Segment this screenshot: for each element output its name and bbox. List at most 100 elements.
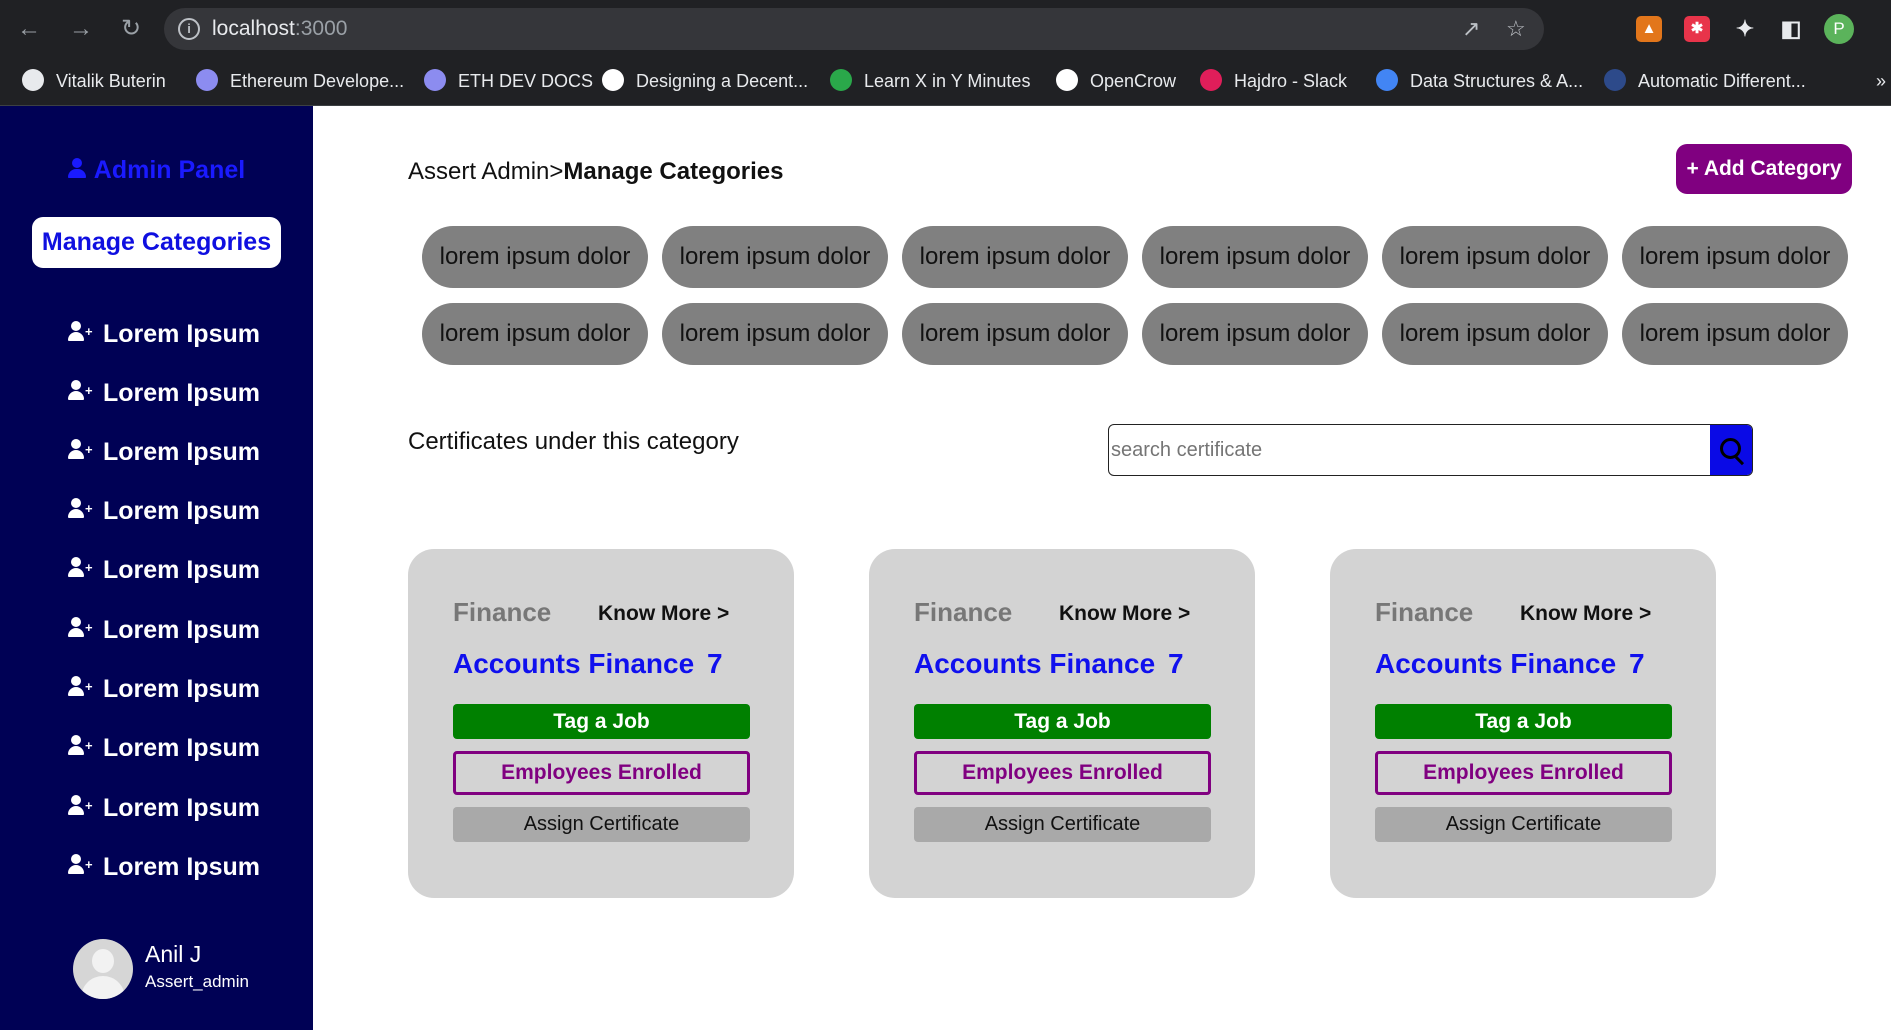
back-arrow-icon[interactable]: ← xyxy=(14,14,44,44)
more-bookmarks-icon[interactable]: » xyxy=(1876,58,1886,105)
tds-icon xyxy=(1604,69,1626,92)
user-add-icon: + xyxy=(68,795,93,817)
breadcrumb-parent[interactable]: Assert Admin> xyxy=(408,158,563,185)
browser-toolbar: ← → ↻ i localhost:3000 ↗ ☆ ▲ ✱ ✦ ◧ P xyxy=(0,0,1891,58)
tag-job-button[interactable]: Tag a Job xyxy=(1375,704,1672,739)
sidebar-item-label: Lorem Ipsum xyxy=(103,556,260,584)
category-chip[interactable]: lorem ipsum dolor xyxy=(662,226,888,288)
category-chip[interactable]: lorem ipsum dolor xyxy=(902,303,1128,365)
certificate-card: Finance Know More > Accounts Finance 7 Tag a… xyxy=(1330,549,1716,898)
card-count: 7 xyxy=(1629,648,1645,679)
card-count: 7 xyxy=(1168,648,1184,679)
user-name: Anil J xyxy=(145,941,202,967)
bookmark-label: Automatic Different... xyxy=(1638,71,1806,91)
sidebar-item[interactable]: + Lorem Ipsum xyxy=(68,610,260,650)
sidebar-item[interactable]: + Lorem Ipsum xyxy=(68,788,260,828)
category-chip[interactable]: lorem ipsum dolor xyxy=(422,226,648,288)
bookmark-item[interactable]: OpenCrow xyxy=(1056,58,1176,105)
sidebar-item[interactable]: + Lorem Ipsum xyxy=(68,669,260,709)
share-icon[interactable]: ↗ xyxy=(1462,16,1480,42)
breadcrumb-current: Manage Categories xyxy=(563,158,784,185)
bookmark-label: Data Structures & A... xyxy=(1410,71,1584,91)
bookmark-label: Ethereum Develope... xyxy=(230,71,405,91)
category-chip[interactable]: lorem ipsum dolor xyxy=(1622,303,1848,365)
employees-enrolled-button[interactable]: Employees Enrolled xyxy=(453,751,750,795)
know-more-link[interactable]: Know More > xyxy=(1520,602,1651,626)
know-more-link[interactable]: Know More > xyxy=(1059,602,1190,626)
bookmark-label: Hajdro - Slack xyxy=(1234,71,1348,91)
certificates-label: Certificates under this category xyxy=(408,428,739,455)
url-text[interactable]: localhost:3000 xyxy=(212,17,347,41)
manage-categories-button[interactable]: Manage Categories xyxy=(32,217,281,268)
sidebar: Admin Panel Manage Categories + Lorem Ips… xyxy=(0,106,313,1030)
sidebar-item[interactable]: + Lorem Ipsum xyxy=(68,373,260,413)
category-chip[interactable]: lorem ipsum dolor xyxy=(902,226,1128,288)
card-title: Accounts Finance xyxy=(1375,648,1617,679)
assign-certificate-button[interactable]: Assign Certificate xyxy=(1375,807,1672,842)
category-chip[interactable]: lorem ipsum dolor xyxy=(1382,226,1608,288)
user-add-icon: + xyxy=(68,380,93,402)
extensions-puzzle-icon[interactable]: ✦ xyxy=(1732,16,1758,42)
card-title: Accounts Finance xyxy=(453,648,695,679)
category-chip[interactable]: lorem ipsum dolor xyxy=(662,303,888,365)
forward-arrow-icon[interactable]: → xyxy=(66,14,96,44)
user-add-icon: + xyxy=(68,439,93,461)
side-panel-icon[interactable]: ◧ xyxy=(1778,16,1804,42)
bookmark-item[interactable]: Data Structures & A... xyxy=(1376,58,1583,105)
address-bar[interactable]: i localhost:3000 ↗ ☆ xyxy=(164,8,1544,50)
sidebar-item[interactable]: + Lorem Ipsum xyxy=(68,491,260,531)
tag-job-button[interactable]: Tag a Job xyxy=(453,704,750,739)
bookmark-item[interactable]: Automatic Different... xyxy=(1604,58,1806,105)
reload-icon[interactable]: ↻ xyxy=(116,14,146,44)
sidebar-item-label: Lorem Ipsum xyxy=(103,497,260,525)
card-count: 7 xyxy=(707,648,723,679)
github-icon xyxy=(1056,69,1078,92)
user-avatar[interactable] xyxy=(73,939,133,999)
sidebar-item[interactable]: + Lorem Ipsum xyxy=(68,847,260,887)
assign-certificate-button[interactable]: Assign Certificate xyxy=(453,807,750,842)
site-info-icon[interactable]: i xyxy=(178,18,200,40)
bookmark-label: Designing a Decent... xyxy=(636,71,809,91)
add-category-button[interactable]: + Add Category xyxy=(1676,144,1852,194)
sidebar-item[interactable]: + Lorem Ipsum xyxy=(68,432,260,472)
bookmark-item[interactable]: Designing a Decent... xyxy=(602,58,808,105)
category-chip[interactable]: lorem ipsum dolor xyxy=(1142,226,1368,288)
employees-enrolled-button[interactable]: Employees Enrolled xyxy=(1375,751,1672,795)
category-chip[interactable]: lorem ipsum dolor xyxy=(422,303,648,365)
bookmark-item[interactable]: Hajdro - Slack xyxy=(1200,58,1347,105)
know-more-link[interactable]: Know More > xyxy=(598,602,729,626)
user-add-icon: + xyxy=(68,676,93,698)
sidebar-item[interactable]: + Lorem Ipsum xyxy=(68,728,260,768)
sidebar-item[interactable]: + Lorem Ipsum xyxy=(68,314,260,354)
sidebar-item-label: Lorem Ipsum xyxy=(103,616,260,644)
learnx-icon xyxy=(830,69,852,92)
sidebar-item-label: Lorem Ipsum xyxy=(103,320,260,348)
profile-avatar[interactable]: P xyxy=(1824,14,1854,44)
sidebar-item-label: Lorem Ipsum xyxy=(103,379,260,407)
bookmark-item[interactable]: ETH DEV DOCS xyxy=(424,58,593,105)
google-icon xyxy=(1376,69,1398,92)
bookmark-item[interactable]: Learn X in Y Minutes xyxy=(830,58,1030,105)
category-chip[interactable]: lorem ipsum dolor xyxy=(1622,226,1848,288)
card-category: Finance xyxy=(1375,597,1474,627)
slack-icon xyxy=(1200,69,1222,92)
card-category: Finance xyxy=(914,597,1013,627)
user-add-icon: + xyxy=(68,321,93,343)
metamask-extension-icon[interactable]: ▲ xyxy=(1636,16,1662,42)
extension-icon[interactable]: ✱ xyxy=(1684,16,1710,42)
bookmark-item[interactable]: Vitalik Buterin xyxy=(22,58,166,105)
sidebar-item-label: Lorem Ipsum xyxy=(103,734,260,762)
sidebar-item[interactable]: + Lorem Ipsum xyxy=(68,550,260,590)
employees-enrolled-button[interactable]: Employees Enrolled xyxy=(914,751,1211,795)
bookmarks-bar: Vitalik Buterin Ethereum Develope... ETH D… xyxy=(0,58,1891,106)
bookmark-item[interactable]: Ethereum Develope... xyxy=(196,58,404,105)
search-input[interactable] xyxy=(1109,425,1711,475)
assign-certificate-button[interactable]: Assign Certificate xyxy=(914,807,1211,842)
category-chip[interactable]: lorem ipsum dolor xyxy=(1142,303,1368,365)
certificate-card: Finance Know More > Accounts Finance 7 Tag a… xyxy=(408,549,794,898)
card-category: Finance xyxy=(453,597,552,627)
category-chip[interactable]: lorem ipsum dolor xyxy=(1382,303,1608,365)
search-button[interactable] xyxy=(1710,425,1752,475)
tag-job-button[interactable]: Tag a Job xyxy=(914,704,1211,739)
bookmark-star-icon[interactable]: ☆ xyxy=(1506,16,1526,42)
